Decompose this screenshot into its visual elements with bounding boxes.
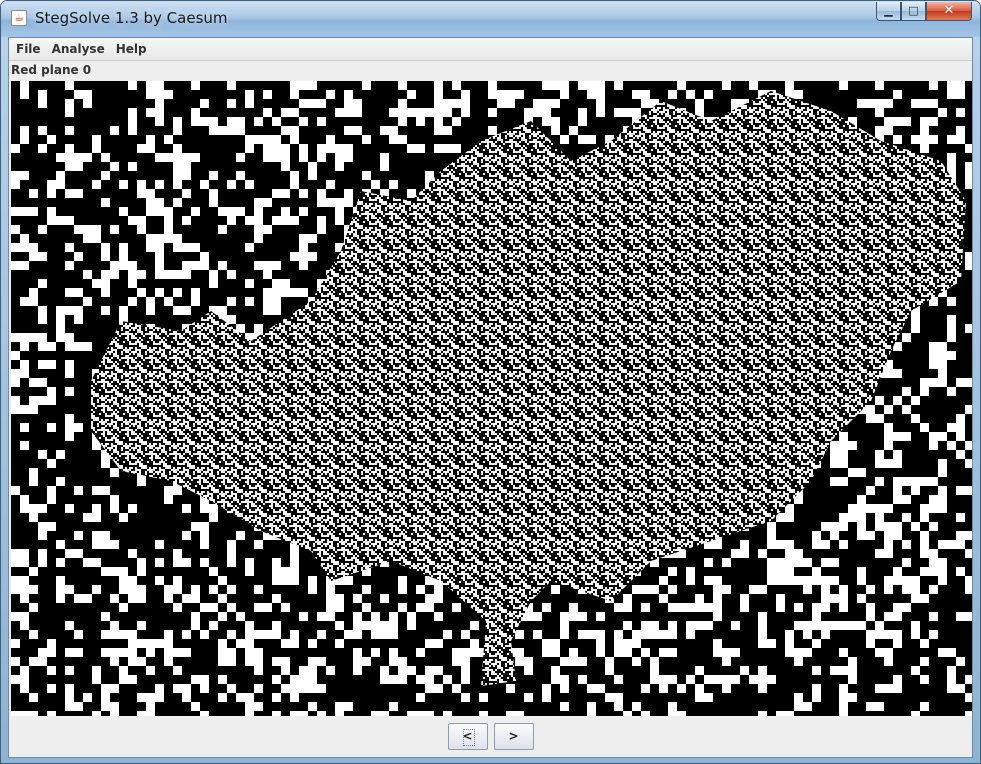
maximize-icon: □ — [908, 4, 919, 17]
previous-plane-button[interactable]: < — [447, 723, 488, 750]
client-area: File Analyse Help Red plane 0 < > — [8, 37, 973, 758]
title-bar[interactable]: ☕ StegSolve 1.3 by Caesum ▁ □ ✕ — [1, 1, 980, 37]
stegsolve-window: ☕ StegSolve 1.3 by Caesum ▁ □ ✕ File Ana… — [0, 0, 981, 764]
next-plane-button[interactable]: > — [493, 723, 534, 750]
menu-help[interactable]: Help — [111, 42, 153, 56]
close-icon: ✕ — [943, 3, 955, 18]
minimize-button[interactable]: ▁ — [876, 2, 901, 21]
menu-bar: File Analyse Help — [9, 38, 972, 61]
plane-label: Red plane 0 — [11, 63, 92, 77]
close-button[interactable]: ✕ — [926, 2, 972, 21]
java-cup-icon[interactable]: ☕ — [11, 10, 27, 26]
navigation-bar: < > — [9, 716, 972, 757]
maximize-button[interactable]: □ — [901, 2, 926, 21]
caption-buttons: ▁ □ ✕ — [876, 2, 972, 22]
image-viewer[interactable] — [11, 81, 972, 716]
menu-file[interactable]: File — [11, 42, 47, 56]
menu-analyse[interactable]: Analyse — [47, 42, 111, 56]
window-title: StegSolve 1.3 by Caesum — [35, 9, 228, 27]
minimize-icon: ▁ — [884, 4, 893, 17]
bit-plane-image — [11, 81, 972, 716]
